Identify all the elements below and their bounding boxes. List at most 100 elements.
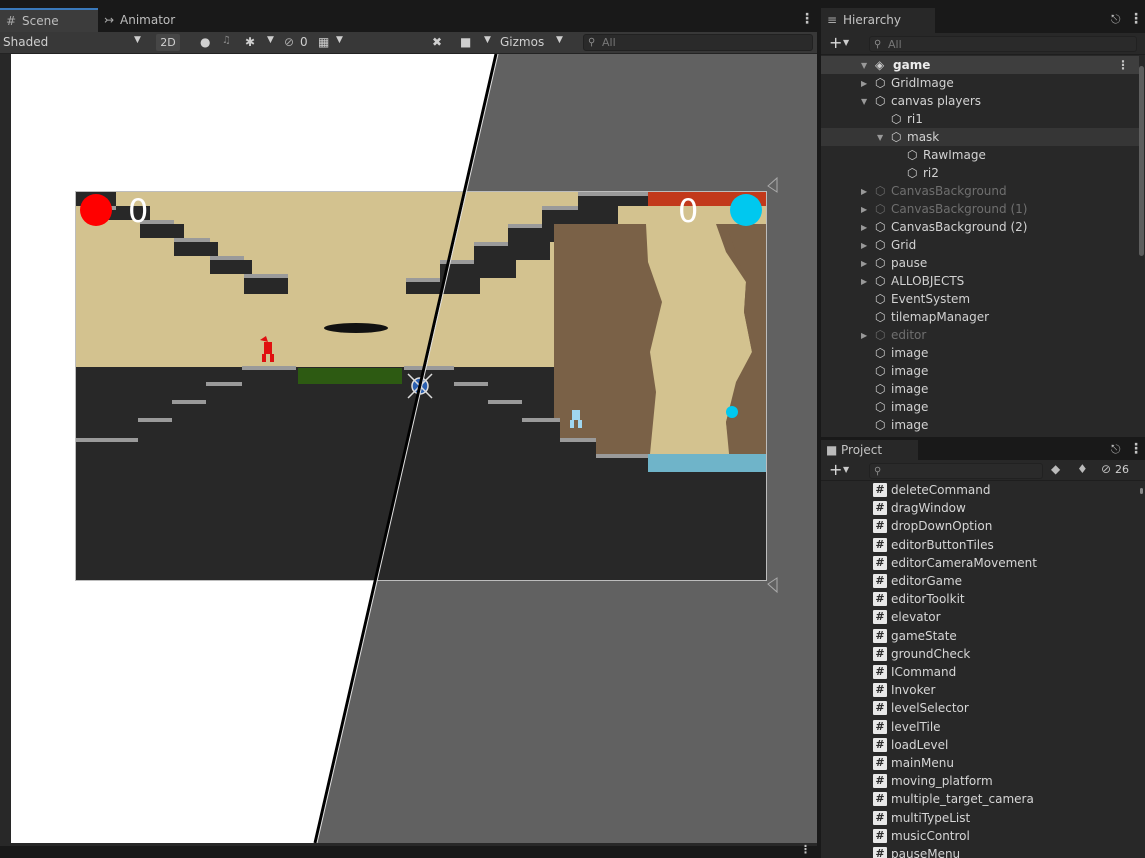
tab-project[interactable]: ■ Project <box>821 440 919 460</box>
script-asset-row[interactable]: # pauseMenu <box>821 845 1139 858</box>
hierarchy-item[interactable]: ▶ ⬡ editor <box>821 326 1139 344</box>
script-asset-row[interactable]: # dragWindow <box>821 499 1139 517</box>
camera-icon[interactable]: ■ <box>460 35 471 49</box>
scene-bottom-menu-icon[interactable]: ⋮ <box>800 843 811 856</box>
audio-icon[interactable]: ♫ <box>222 35 231 46</box>
hierarchy-item[interactable]: ⬡ tilemapManager <box>821 308 1139 326</box>
hierarchy-item[interactable]: ▶ ⬡ CanvasBackground (2) <box>821 218 1139 236</box>
tab-scene[interactable]: # Scene <box>0 8 98 32</box>
script-asset-row[interactable]: # editorButtonTiles <box>821 536 1139 554</box>
hierarchy-item[interactable]: ▶ ⬡ GridImage <box>821 74 1139 92</box>
expand-arrow-icon[interactable]: ▶ <box>861 273 867 291</box>
script-asset-label: editorToolkit <box>891 592 965 607</box>
script-asset-row[interactable]: # editorGame <box>821 572 1139 590</box>
effects-chevron-icon[interactable]: ▼ <box>267 35 274 45</box>
expand-arrow-icon[interactable]: ▼ <box>861 57 867 75</box>
hierarchy-item-label: image <box>891 346 929 360</box>
collapse-arrow-icon[interactable]: ▼ <box>877 129 883 147</box>
hierarchy-item[interactable]: ▶ ⬡ ALLOBJECTS <box>821 272 1139 290</box>
hidden-objects-icon[interactable]: ⊘ <box>284 35 294 49</box>
effects-icon[interactable]: ✱ <box>245 35 255 49</box>
expand-arrow-icon[interactable]: ▶ <box>861 219 867 237</box>
hierarchy-menu-icon[interactable]: ⋮ <box>1129 11 1143 27</box>
grid-snap-icon[interactable]: ▦ <box>318 35 329 49</box>
filter-by-type-icon[interactable]: ◆ <box>1051 462 1060 476</box>
scene-root-row[interactable]: ▼ ◈ game ⋮ <box>821 56 1139 74</box>
gizmos-button[interactable]: Gizmos <box>500 35 544 49</box>
scene-menu-icon[interactable]: ⋮ <box>800 11 814 27</box>
gizmos-chevron-icon[interactable]: ▼ <box>556 35 563 45</box>
scene-search-placeholder: All <box>602 36 616 49</box>
hierarchy-item-label: image <box>891 400 929 414</box>
expand-arrow-icon[interactable]: ▶ <box>861 327 867 345</box>
hierarchy-item[interactable]: ⬡ image <box>821 416 1139 434</box>
draw-mode-dropdown[interactable]: Shaded <box>3 35 48 49</box>
lock-icon[interactable]: ⎋ <box>1111 442 1121 457</box>
collapse-arrow-icon[interactable]: ▼ <box>861 93 867 111</box>
script-asset-row[interactable]: # levelSelector <box>821 699 1139 717</box>
script-asset-row[interactable]: # mainMenu <box>821 754 1139 772</box>
filter-by-label-icon[interactable]: ♦ <box>1077 462 1088 476</box>
tab-animator[interactable]: ↣ Animator <box>98 8 198 32</box>
hierarchy-item[interactable]: ⬡ image <box>821 380 1139 398</box>
lock-icon[interactable]: ⎋ <box>1111 12 1121 27</box>
expand-arrow-icon[interactable]: ▶ <box>861 75 867 93</box>
script-asset-row[interactable]: # dropDownOption <box>821 517 1139 535</box>
hierarchy-item[interactable]: ⬡ image <box>821 362 1139 380</box>
camera-chevron-icon[interactable]: ▼ <box>484 35 491 45</box>
hierarchy-search-input[interactable]: ⚲ All <box>869 36 1137 52</box>
scene-row-menu-icon[interactable]: ⋮ <box>1117 56 1129 74</box>
hierarchy-item[interactable]: ▶ ⬡ CanvasBackground <box>821 182 1139 200</box>
hierarchy-item[interactable]: ⬡ image <box>821 398 1139 416</box>
script-asset-row[interactable]: # moving_platform <box>821 772 1139 790</box>
hierarchy-item[interactable]: ⬡ EventSystem <box>821 290 1139 308</box>
tools-icon[interactable]: ✖ <box>432 35 442 49</box>
hierarchy-scrollbar[interactable] <box>1139 66 1144 256</box>
csharp-script-icon: # <box>873 519 887 534</box>
lighting-icon[interactable]: ● <box>200 35 210 49</box>
script-asset-row[interactable]: # gameState <box>821 627 1139 645</box>
hierarchy-item[interactable]: ▶ ⬡ Grid <box>821 236 1139 254</box>
tab-project-label: Project <box>841 443 883 457</box>
mode-2d-button[interactable]: 2D <box>156 34 180 51</box>
scene-search-input[interactable]: ⚲ All <box>583 34 813 51</box>
script-asset-row[interactable]: # musicControl <box>821 827 1139 845</box>
expand-arrow-icon[interactable]: ▶ <box>861 201 867 219</box>
grid-chevron-icon[interactable]: ▼ <box>336 35 343 45</box>
hierarchy-item[interactable]: ⬡ ri1 <box>821 110 1139 128</box>
hierarchy-item[interactable]: ⬡ image <box>821 344 1139 362</box>
create-asset-button[interactable]: + <box>829 460 842 480</box>
draw-mode-chevron-icon[interactable]: ▼ <box>134 35 141 45</box>
script-asset-row[interactable]: # editorToolkit <box>821 590 1139 608</box>
script-asset-row[interactable]: # multiple_target_camera <box>821 790 1139 808</box>
hierarchy-item[interactable]: ▼ ⬡ canvas players <box>821 92 1139 110</box>
create-button[interactable]: + <box>829 33 842 53</box>
create-chevron-icon[interactable]: ▼ <box>843 38 849 47</box>
script-asset-row[interactable]: # elevator <box>821 608 1139 626</box>
project-menu-icon[interactable]: ⋮ <box>1129 441 1143 457</box>
hidden-packages-icon[interactable]: ⊘ <box>1101 462 1111 476</box>
scene-viewport[interactable]: 0 0 <box>11 54 817 843</box>
hierarchy-item[interactable]: ▼ ⬡ mask <box>821 128 1139 146</box>
expand-arrow-icon[interactable]: ▶ <box>861 183 867 201</box>
expand-arrow-icon[interactable]: ▶ <box>861 255 867 273</box>
script-asset-row[interactable]: # deleteCommand <box>821 481 1139 499</box>
script-asset-row[interactable]: # ICommand <box>821 663 1139 681</box>
script-asset-row[interactable]: # levelTile <box>821 718 1139 736</box>
script-asset-label: multiple_target_camera <box>891 792 1034 807</box>
tab-hierarchy[interactable]: ≡ Hierarchy <box>821 8 936 33</box>
hierarchy-item[interactable]: ⬡ ri2 <box>821 164 1139 182</box>
hierarchy-item[interactable]: ▶ ⬡ CanvasBackground (1) <box>821 200 1139 218</box>
script-asset-row[interactable]: # editorCameraMovement <box>821 554 1139 572</box>
hierarchy-item[interactable]: ⬡ RawImage <box>821 146 1139 164</box>
hierarchy-item[interactable]: ▶ ⬡ pause <box>821 254 1139 272</box>
expand-arrow-icon[interactable]: ▶ <box>861 237 867 255</box>
script-asset-row[interactable]: # Invoker <box>821 681 1139 699</box>
project-search-input[interactable]: ⚲ <box>869 463 1043 479</box>
script-asset-row[interactable]: # loadLevel <box>821 736 1139 754</box>
project-scroll-up-icon[interactable] <box>1140 488 1143 494</box>
script-asset-row[interactable]: # groundCheck <box>821 645 1139 663</box>
gameobject-icon: ⬡ <box>875 418 886 432</box>
script-asset-row[interactable]: # multiTypeList <box>821 809 1139 827</box>
create-asset-chevron-icon[interactable]: ▼ <box>843 465 849 474</box>
